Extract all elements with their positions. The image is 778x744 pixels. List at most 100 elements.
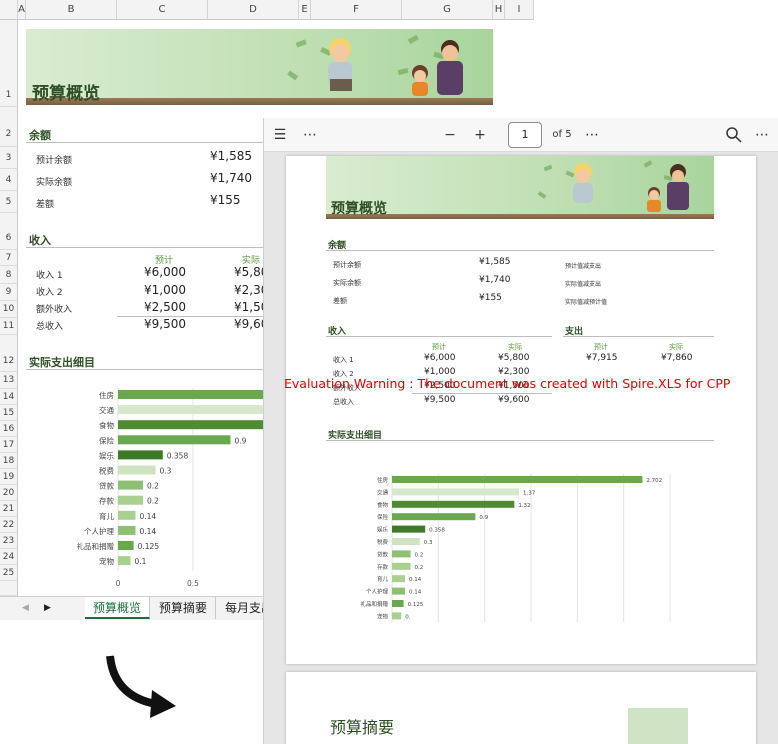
- row-header[interactable]: 23: [0, 533, 18, 549]
- row-header[interactable]: 18: [0, 453, 18, 469]
- page-number-input[interactable]: 1: [508, 122, 542, 148]
- row-header[interactable]: 11: [0, 318, 18, 335]
- more-options-icon[interactable]: ⋯: [300, 125, 320, 145]
- chart-bar: [118, 450, 163, 460]
- chart-bar: [118, 495, 143, 505]
- row-header[interactable]: 7: [0, 250, 18, 266]
- sheet-tab-summary[interactable]: 预算摘要: [151, 597, 217, 619]
- pdf-balance-note: 预计值减支出: [565, 263, 602, 270]
- row-header[interactable]: 22: [0, 517, 18, 533]
- column-header-c[interactable]: C: [117, 0, 208, 20]
- pdf-page2-title: 预算摘要: [330, 718, 395, 737]
- chart-bar: [118, 435, 231, 445]
- row-header[interactable]: 19: [0, 469, 18, 485]
- row-header[interactable]: 20: [0, 485, 18, 501]
- data-label: 0.9: [235, 436, 247, 445]
- table-of-contents-icon[interactable]: ☰: [270, 125, 290, 145]
- row-header[interactable]: 9: [0, 284, 18, 301]
- pdf-income-planned-header: 预计: [432, 343, 446, 351]
- row-header[interactable]: 12: [0, 335, 18, 372]
- category-label: 税费: [99, 466, 114, 476]
- pdf-balance-label: 预计余额: [333, 261, 361, 269]
- x-tick-label: 0: [116, 579, 121, 588]
- balance-label[interactable]: 预计余额: [36, 153, 72, 166]
- banner-image: 预算概览: [26, 29, 493, 105]
- chart-bar: [392, 476, 643, 483]
- data-label: 0.3: [424, 540, 433, 546]
- column-header-a[interactable]: A: [18, 0, 26, 20]
- sheet-tab-overview[interactable]: 预算概览: [85, 597, 151, 619]
- data-label: 0.14: [409, 577, 422, 583]
- page-options-icon[interactable]: ⋯: [582, 125, 602, 145]
- row-header[interactable]: 4: [0, 169, 18, 191]
- column-header-i[interactable]: I: [505, 0, 534, 20]
- pdf-balance-value: ¥1,585: [479, 257, 511, 267]
- balance-value[interactable]: ¥1,740: [210, 171, 252, 185]
- section-divider: [326, 336, 552, 337]
- data-label: 0.14: [409, 590, 422, 596]
- row-header[interactable]: 3: [0, 147, 18, 169]
- balance-label[interactable]: 实际余额: [36, 175, 72, 188]
- row-header[interactable]: 17: [0, 437, 18, 453]
- income-section-title: 收入: [29, 234, 51, 247]
- pdf-income-label: 收入 1: [333, 356, 354, 364]
- category-label: 个人护理: [366, 588, 389, 596]
- pdf-viewer[interactable]: ☰ ⋯ − + 1 of 5 ⋯ ⋯ 预算概览 余额 预计余额 ¥1,585 预…: [263, 118, 778, 744]
- pdf-expense-actual: ¥7,860: [661, 353, 693, 363]
- tab-scroll-right-icon[interactable]: ▶: [36, 597, 59, 619]
- row-header[interactable]: 16: [0, 421, 18, 437]
- balance-label[interactable]: 差额: [36, 197, 54, 210]
- balance-value[interactable]: ¥1,585: [210, 149, 252, 163]
- row-header[interactable]: 21: [0, 501, 18, 517]
- curved-arrow-icon: [106, 655, 176, 718]
- income-planned[interactable]: ¥2,500: [144, 300, 186, 314]
- row-header[interactable]: 14: [0, 389, 18, 405]
- category-label: 交通: [377, 488, 389, 496]
- row-header[interactable]: 2: [0, 107, 18, 147]
- category-label: 存款: [377, 563, 389, 571]
- row-header[interactable]: 24: [0, 549, 18, 565]
- excel-expense-chart[interactable]: 00.51住房交通食物保险0.9娱乐0.358税费0.3贷款0.2存款0.2育儿…: [26, 380, 266, 590]
- row-header[interactable]: 15: [0, 405, 18, 421]
- row-header[interactable]: 8: [0, 266, 18, 284]
- column-header-e[interactable]: E: [299, 0, 311, 20]
- row-header[interactable]: 13: [0, 372, 18, 389]
- row-header[interactable]: 10: [0, 301, 18, 318]
- column-header-f[interactable]: F: [311, 0, 402, 20]
- section-divider: [563, 336, 714, 337]
- category-label: 存款: [99, 496, 114, 506]
- chart-bar: [118, 420, 266, 430]
- category-label: 礼品和捐赠: [77, 541, 115, 551]
- search-icon[interactable]: [724, 125, 744, 145]
- data-label: 0.358: [167, 451, 189, 460]
- column-header-g[interactable]: G: [402, 0, 493, 20]
- zoom-out-icon[interactable]: −: [440, 125, 460, 145]
- x-tick-label: 0.5: [187, 579, 199, 588]
- income-total-planned[interactable]: ¥9,500: [144, 317, 186, 331]
- row-header[interactable]: 25: [0, 565, 18, 581]
- row-header[interactable]: 5: [0, 191, 18, 213]
- balance-value[interactable]: ¥155: [210, 193, 241, 207]
- pdf-income-total-label: 总收入: [333, 398, 354, 406]
- column-header-h[interactable]: H: [493, 0, 505, 20]
- row-header[interactable]: [0, 581, 18, 596]
- row-header[interactable]: 6: [0, 213, 18, 250]
- pdf-balance-value: ¥1,740: [479, 275, 511, 285]
- income-total-label[interactable]: 总收入: [36, 319, 63, 332]
- tab-scroll-left-icon[interactable]: ◀: [14, 597, 37, 619]
- column-header-d[interactable]: D: [208, 0, 299, 20]
- income-label[interactable]: 额外收入: [36, 302, 72, 315]
- category-label: 保险: [99, 435, 114, 445]
- zoom-in-icon[interactable]: +: [470, 125, 490, 145]
- income-label[interactable]: 收入 1: [36, 268, 63, 281]
- income-planned[interactable]: ¥1,000: [144, 283, 186, 297]
- data-label: 0.2: [415, 565, 424, 571]
- viewer-more-icon[interactable]: ⋯: [752, 125, 772, 145]
- row-header[interactable]: 1: [0, 20, 18, 107]
- chart-bar: [118, 480, 143, 490]
- income-planned[interactable]: ¥6,000: [144, 265, 186, 279]
- pdf-income-total-planned: ¥9,500: [424, 395, 456, 405]
- column-header-b[interactable]: B: [26, 0, 117, 20]
- income-label[interactable]: 收入 2: [36, 285, 63, 298]
- select-all-corner[interactable]: [0, 0, 18, 20]
